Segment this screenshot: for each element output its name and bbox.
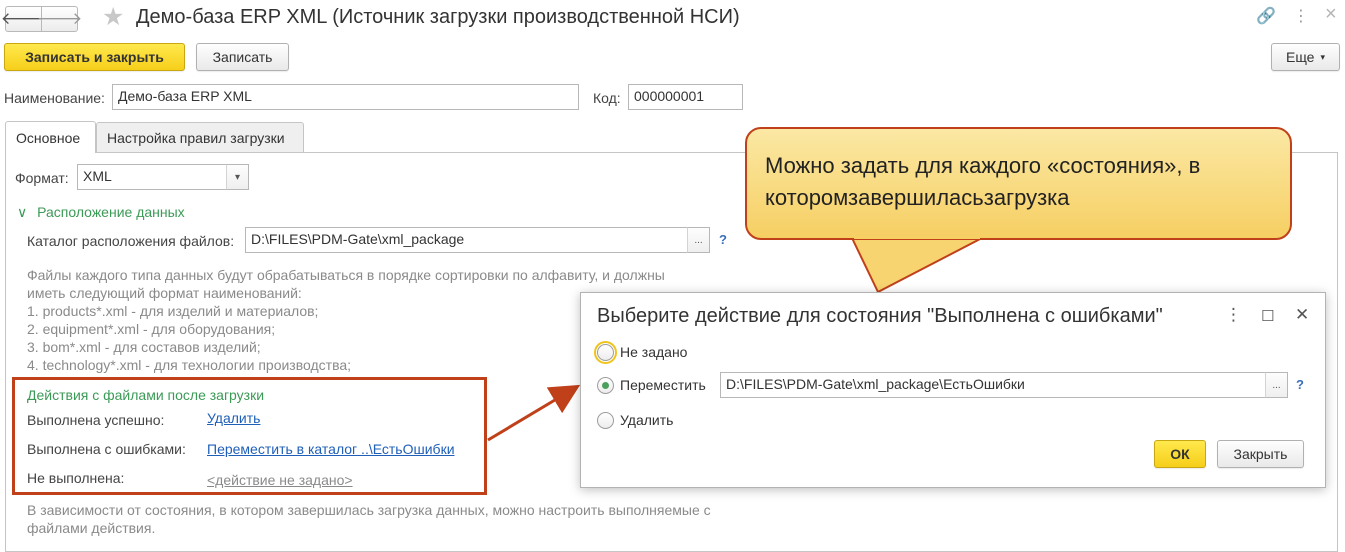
tab-main[interactable]: Основное (5, 121, 96, 153)
radio-not-set[interactable] (594, 341, 617, 364)
help-icon[interactable]: ? (1296, 377, 1304, 392)
ok-button[interactable]: ОК (1154, 440, 1206, 468)
radio-not-set-label: Не задано (620, 344, 688, 360)
radio-move[interactable] (597, 377, 614, 394)
close-button[interactable]: Закрыть (1217, 440, 1304, 468)
radio-delete-label: Удалить (620, 412, 674, 428)
maximize-icon[interactable]: ☐ (1261, 307, 1274, 325)
dialog-title: Выберите действие для состояния "Выполне… (597, 305, 1163, 327)
more-vertical-icon[interactable]: ⋮ (1225, 305, 1242, 325)
radio-delete[interactable] (597, 412, 614, 429)
move-path-input[interactable]: D:\FILES\PDM-Gate\xml_package\ЕстьОшибки (720, 372, 1266, 398)
callout-text: Можно задать для каждого «состояния», в … (765, 153, 1201, 210)
action-dialog: Выберите действие для состояния "Выполне… (580, 292, 1326, 488)
move-path-select-button[interactable]: ... (1265, 372, 1288, 398)
radio-move-label: Переместить (620, 377, 706, 393)
close-icon[interactable]: ✕ (1295, 305, 1309, 325)
